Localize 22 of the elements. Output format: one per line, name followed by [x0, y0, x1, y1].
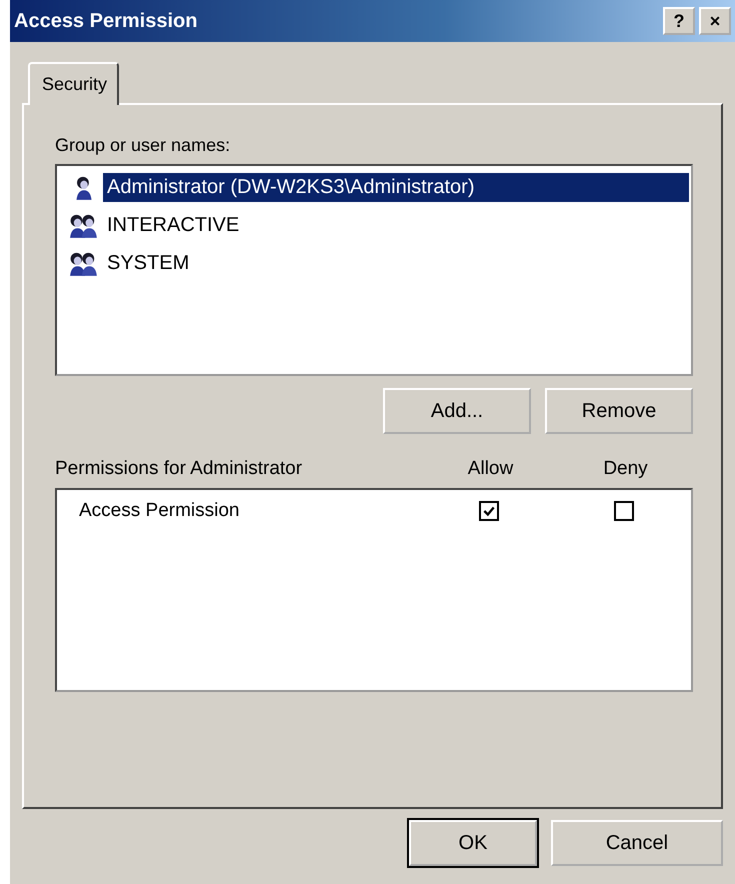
ok-button[interactable]: OK — [409, 820, 537, 866]
permissions-label: Permissions for Administrator — [55, 458, 302, 480]
add-button[interactable]: Add... — [383, 388, 531, 434]
column-header: Allow — [466, 458, 514, 480]
window-title: Access Permission — [14, 10, 198, 32]
cancel-button[interactable]: Cancel — [551, 820, 723, 866]
list-item[interactable]: SYSTEM — [103, 248, 194, 278]
close-button[interactable]: × — [699, 7, 731, 35]
checkmark-icon — [482, 504, 496, 518]
list-item[interactable]: INTERACTIVE — [103, 210, 244, 240]
remove-button[interactable]: Remove — [545, 388, 693, 434]
list-item[interactable]: Administrator (DW-W2KS3\Administrator) — [103, 172, 689, 202]
group-label: Group or user names: — [55, 135, 232, 156]
user-list[interactable]: Administrator (DW-W2KS3\Administrator) INTERACTIVE SYSTEM — [55, 164, 693, 376]
users-icon — [69, 250, 99, 276]
help-button[interactable]: ? — [663, 7, 695, 35]
column-header: Deny — [602, 458, 649, 480]
users-icon — [69, 212, 99, 238]
permission-name: Access Permission — [79, 500, 240, 522]
checkbox[interactable] — [478, 501, 498, 521]
checkbox[interactable] — [614, 501, 634, 521]
tab[interactable]: Security — [28, 62, 120, 105]
